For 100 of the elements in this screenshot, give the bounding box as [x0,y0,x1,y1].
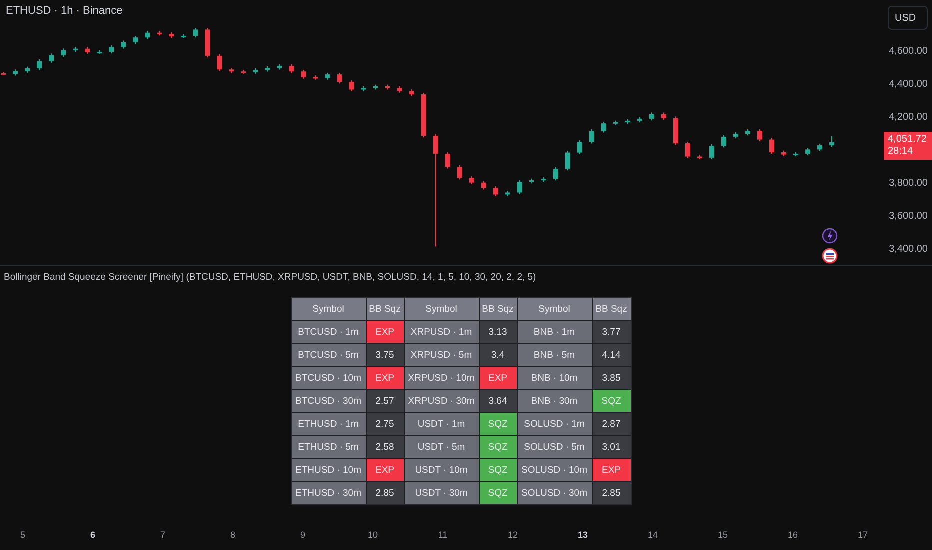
column-header: BB Sqz [480,298,516,320]
value-cell: 3.4 [480,344,516,366]
flag-icon [822,248,838,264]
candle [613,120,618,126]
symbol-cell: BNB · 5m [518,344,592,366]
time-label: 11 [437,530,449,540]
symbol-cell: BNB · 30m [518,390,592,412]
candle [301,69,306,80]
value-cell: SQZ [480,413,516,435]
candle [601,121,606,134]
currency-button[interactable]: USD [888,6,928,30]
column-header: Symbol [404,298,478,320]
candle [505,190,510,197]
symbol-cell: ETHUSD · 30m [292,482,366,504]
symbol-cell: SOLUSD · 30m [518,482,592,504]
candle [637,116,642,124]
symbol-cell: ETHUSD · 10m [292,459,366,481]
candle [805,148,810,156]
candle [445,152,450,170]
time-label: 15 [716,530,729,540]
candle [721,134,726,148]
value-cell: 2.75 [366,413,404,435]
candle [361,86,366,92]
value-cell: 3.64 [480,390,516,412]
candle [529,178,534,184]
last-price-tag: 4,051.72 28:14 [884,132,932,160]
price-label: 3,400.00 [889,244,928,256]
symbol-cell: USDT · 10m [404,459,478,481]
time-label: 5 [19,530,26,540]
candle [709,144,714,160]
candle [373,84,378,90]
column-header: BB Sqz [592,298,630,320]
value-cell: EXP [366,367,404,389]
candle [757,128,762,142]
time-label: 7 [159,530,166,540]
symbol-cell: SOLUSD · 10m [518,459,592,481]
value-cell: 3.77 [592,321,630,343]
value-cell: EXP [592,459,630,481]
time-label: 12 [506,530,519,540]
chart-title: ETHUSD · 1h · Binance [6,5,123,17]
column-header: Symbol [518,298,592,320]
candle [145,30,150,40]
value-cell: 2.87 [592,413,630,435]
time-label: 6 [89,530,96,540]
symbol-cell: ETHUSD · 5m [292,436,366,458]
time-label: 17 [856,530,869,540]
column-header: BB Sqz [366,298,404,320]
price-label: 3,800.00 [889,178,928,190]
price-label: 4,600.00 [889,46,928,58]
candle [289,64,294,74]
candle [193,28,198,38]
column-header: Symbol [292,298,366,320]
symbol-cell: ETHUSD · 1m [292,413,366,435]
candle [61,48,66,58]
value-cell: 2.85 [366,482,404,504]
candle [133,35,138,45]
candle [661,112,666,120]
symbol-cell: BTCUSD · 10m [292,367,366,389]
value-cell: 3.75 [366,344,404,366]
candle [673,116,678,146]
candle [349,80,354,92]
candle [277,64,282,70]
symbol-cell: XRPUSD · 5m [404,344,478,366]
candle [745,128,750,136]
candle [181,34,186,39]
candle [97,50,102,54]
candle [829,136,834,148]
symbol-cell: SOLUSD · 5m [518,436,592,458]
candle [265,66,270,72]
candle [565,150,570,172]
candle [229,67,234,74]
value-cell: EXP [480,367,516,389]
value-cell: 3.85 [592,367,630,389]
candle [577,140,582,155]
candle [697,154,702,160]
candle [1,72,6,76]
candle [169,32,174,39]
value-cell: SQZ [480,459,516,481]
candle [157,30,162,36]
value-cell: 2.58 [366,436,404,458]
value-cell: EXP [366,321,404,343]
candle [649,112,654,122]
price-label: 4,400.00 [889,78,928,91]
value-cell: SQZ [592,390,630,412]
value-cell: 4.14 [592,344,630,366]
price-label: 3,600.00 [889,210,928,223]
time-label: 14 [646,530,659,540]
candle [205,28,210,58]
candle [469,176,474,185]
candle [217,54,222,72]
symbol-cell: SOLUSD · 1m [518,413,592,435]
candle [409,89,414,97]
candle [337,72,342,84]
candle [481,180,486,190]
candle [685,141,690,159]
candle [37,59,42,71]
symbol-cell: BTCUSD · 30m [292,390,366,412]
symbol-cell: USDT · 1m [404,413,478,435]
value-cell: 3.01 [592,436,630,458]
candle [313,75,318,80]
